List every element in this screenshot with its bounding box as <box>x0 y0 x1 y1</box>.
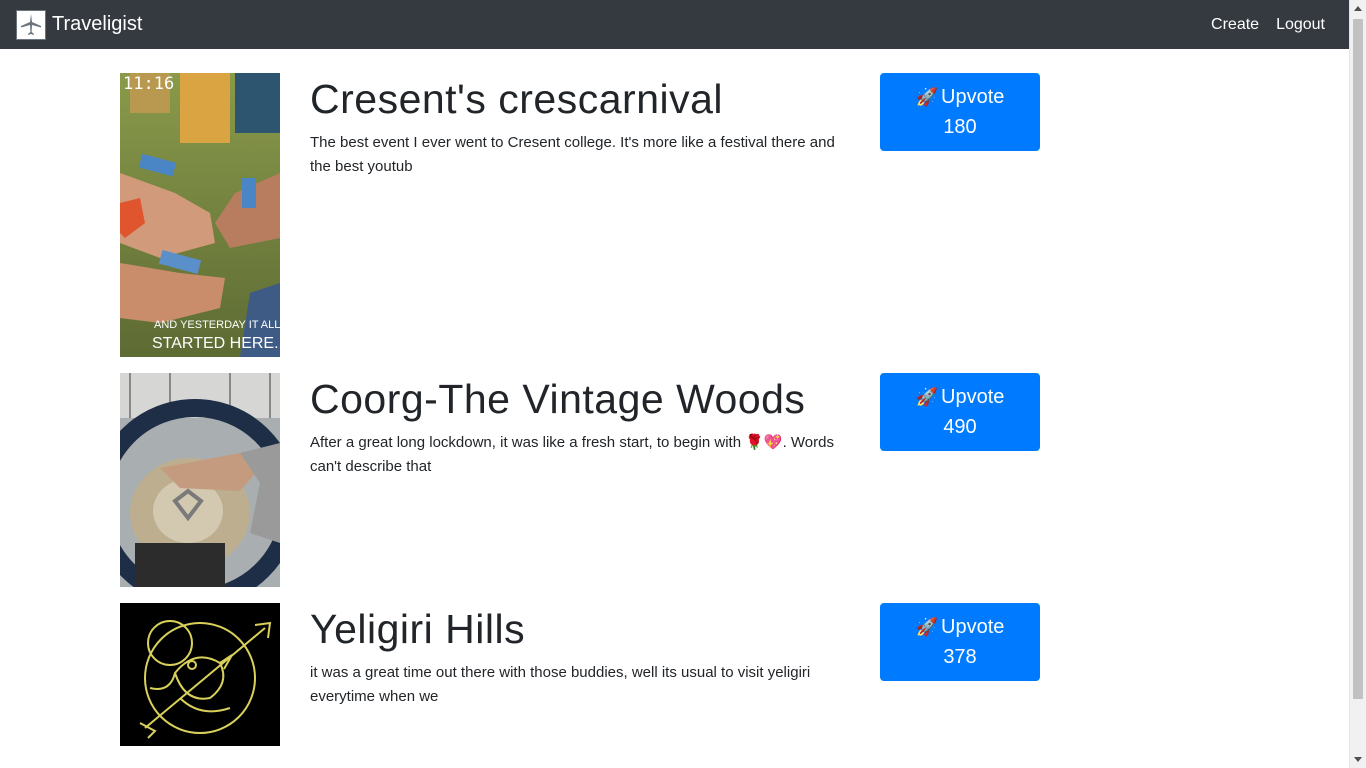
photo-caption-line2: STARTED HERE... <box>152 335 280 352</box>
vertical-scrollbar[interactable] <box>1349 0 1366 768</box>
photo-time-text: 11:16 <box>123 74 175 94</box>
post-title[interactable]: Yeligiri Hills <box>310 605 855 654</box>
post-photo <box>120 603 280 746</box>
rocket-icon: 🚀 <box>915 87 939 107</box>
vote-count: 180 <box>943 116 977 138</box>
post-photo <box>120 373 280 587</box>
top-navbar: Traveligist Create Logout <box>0 0 1349 49</box>
photo-caption-line1: AND YESTERDAY IT ALL <box>154 319 280 331</box>
rocket-icon: 🚀 <box>915 387 939 407</box>
post-title[interactable]: Coorg-The Vintage Woods <box>310 375 855 424</box>
upvote-button[interactable]: 🚀 Upvote 378 <box>880 603 1040 681</box>
rocket-icon: 🚀 <box>915 617 939 637</box>
vote-count: 378 <box>943 646 977 668</box>
airplane-icon <box>16 9 46 40</box>
post-description: it was a great time out there with those… <box>310 664 811 706</box>
scroll-thumb[interactable] <box>1353 19 1363 699</box>
brand-name: Traveligist <box>52 13 143 35</box>
vote-count: 490 <box>943 416 977 438</box>
post-title[interactable]: Cresent's crescarnival <box>310 75 855 124</box>
nav-create-link[interactable]: Create <box>1211 16 1259 34</box>
nav-logout-link[interactable]: Logout <box>1276 16 1325 34</box>
scroll-down-icon[interactable] <box>1354 757 1362 762</box>
upvote-label: Upvote <box>941 616 1005 638</box>
scroll-up-icon[interactable] <box>1354 6 1362 11</box>
post-photo: 11:16 AND YESTERDAY IT ALL STARTED HERE.… <box>120 73 280 357</box>
upvote-button[interactable]: 🚀 Upvote 490 <box>880 373 1040 451</box>
post-description: The best event I ever went to Cresent co… <box>310 134 835 176</box>
post-description: After a great long lockdown, it was like… <box>310 434 834 476</box>
upvote-label: Upvote <box>941 386 1005 408</box>
upvote-label: Upvote <box>941 86 1005 108</box>
brand-link[interactable]: Traveligist <box>16 9 143 40</box>
upvote-button[interactable]: 🚀 Upvote 180 <box>880 73 1040 151</box>
